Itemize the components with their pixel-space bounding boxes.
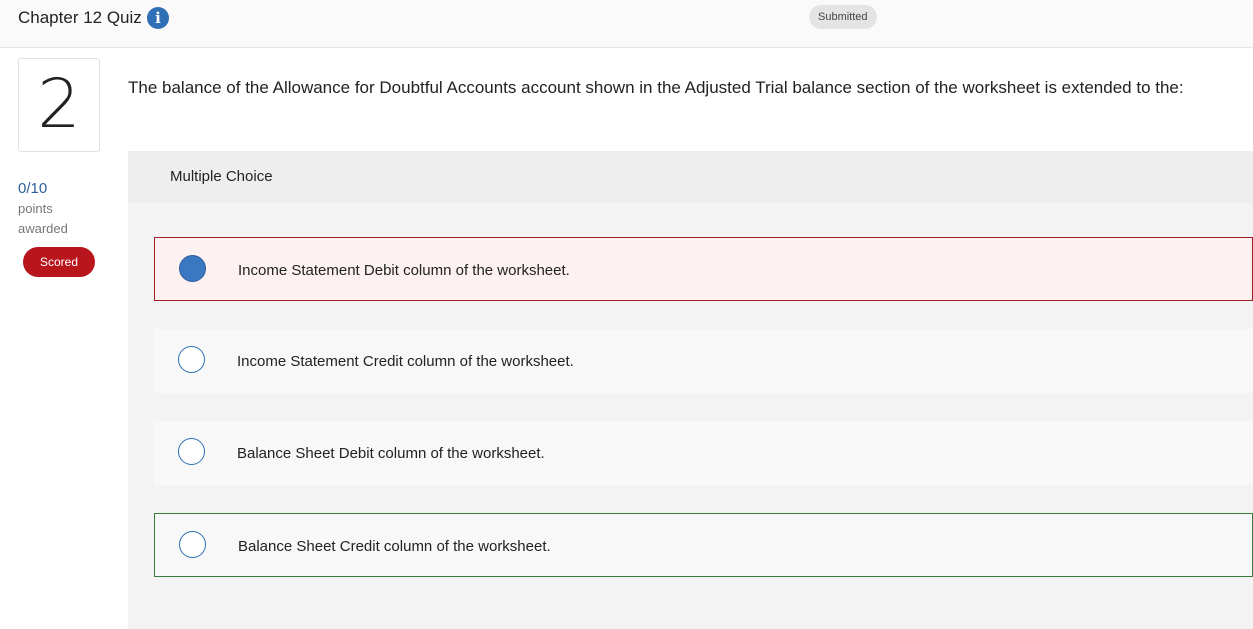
question-number: 2 — [18, 58, 100, 152]
answer-option-label: Income Statement Debit column of the wor… — [238, 262, 570, 279]
points-label: points — [18, 201, 53, 216]
status-badge: Submitted — [809, 5, 877, 29]
answer-option-1[interactable]: Income Statement Debit column of the wor… — [154, 237, 1253, 301]
top-bar: Chapter 12 Quiz i Submitted — [0, 0, 1253, 48]
radio-icon[interactable] — [178, 438, 205, 465]
answer-panel: Multiple Choice Income Statement Debit c… — [128, 151, 1253, 629]
answer-option-3[interactable]: Balance Sheet Debit column of the worksh… — [154, 421, 1253, 485]
radio-selected-icon[interactable] — [179, 255, 206, 282]
scored-badge: Scored — [23, 247, 95, 277]
answer-option-label: Balance Sheet Credit column of the works… — [238, 538, 551, 555]
score-value: 0/10 — [18, 180, 48, 197]
question-type-header: Multiple Choice — [128, 151, 1253, 203]
answer-option-label: Balance Sheet Debit column of the worksh… — [237, 445, 545, 462]
info-icon[interactable]: i — [147, 7, 169, 29]
answer-option-2[interactable]: Income Statement Credit column of the wo… — [154, 329, 1253, 393]
question-type-label: Multiple Choice — [170, 168, 273, 185]
quiz-title: Chapter 12 Quiz — [18, 8, 142, 27]
awarded-label: awarded — [18, 221, 68, 236]
answer-option-label: Income Statement Credit column of the wo… — [237, 353, 574, 370]
answer-option-4[interactable]: Balance Sheet Credit column of the works… — [154, 513, 1253, 577]
radio-icon[interactable] — [178, 346, 205, 373]
question-text: The balance of the Allowance for Doubtfu… — [128, 78, 1184, 97]
radio-icon[interactable] — [179, 531, 206, 558]
